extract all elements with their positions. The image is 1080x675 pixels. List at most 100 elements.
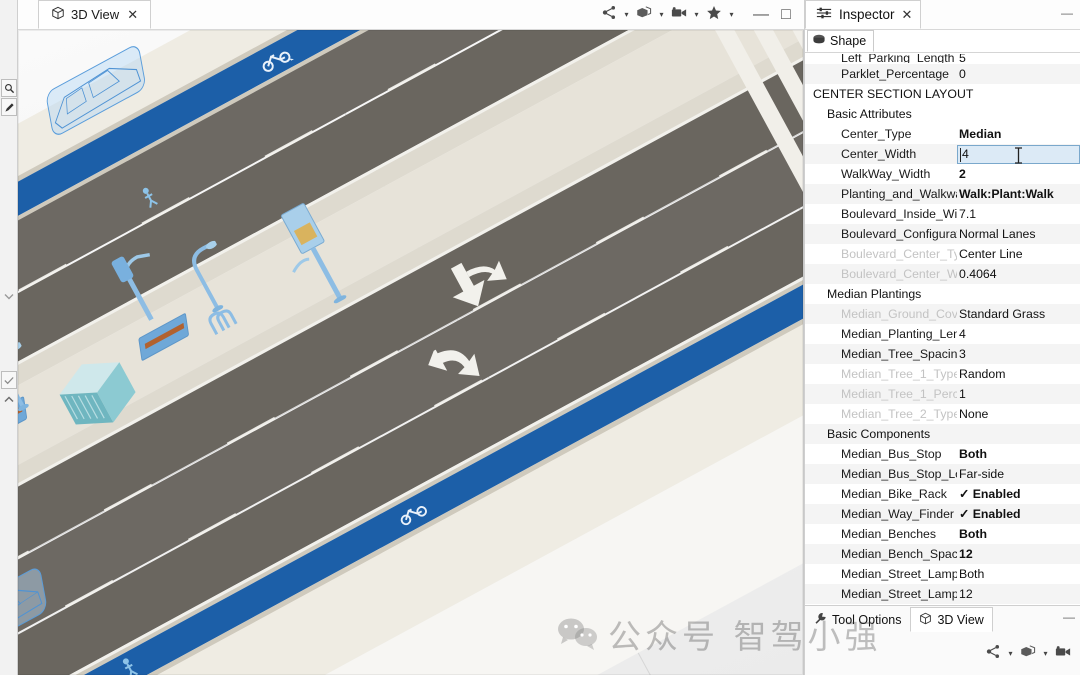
camera-tool-dropdown[interactable]: ▾	[691, 3, 702, 27]
attribute-row[interactable]: Median_Bus_Stop Both	[805, 444, 1080, 464]
attribute-value[interactable]: 5	[957, 54, 1080, 63]
minimize-button[interactable]: —	[749, 3, 773, 27]
dock-share-button[interactable]	[982, 642, 1004, 666]
attribute-value[interactable]: Standard Grass	[957, 304, 1080, 324]
tab-shape[interactable]: Shape	[807, 30, 875, 52]
attribute-row[interactable]: Parklet_Percentage 0	[805, 64, 1080, 84]
attribute-name: Center_Type	[841, 127, 912, 141]
inspector-icon	[816, 6, 832, 23]
attribute-value[interactable]: ✓ Enabled	[957, 484, 1080, 504]
share-tool-dropdown[interactable]: ▾	[621, 3, 632, 27]
attribute-row[interactable]: Median_Ground_Cover Standard Grass	[805, 304, 1080, 324]
attribute-row[interactable]: Median_Benches Both	[805, 524, 1080, 544]
attribute-row[interactable]: Left_Parking_Length 5	[805, 53, 1080, 64]
attribute-value[interactable]: 12	[957, 544, 1080, 564]
attribute-value[interactable]: None	[957, 404, 1080, 424]
edit-tool-button[interactable]	[1, 98, 17, 116]
attribute-name: Left_Parking_Length	[841, 54, 955, 63]
center-width-input[interactable]: 4	[957, 144, 1080, 164]
attribute-value[interactable]: Both	[957, 444, 1080, 464]
share-tool-button[interactable]	[598, 3, 620, 27]
attribute-value[interactable]: 4	[957, 324, 1080, 344]
tab-tool-options[interactable]: Tool Options	[805, 607, 910, 632]
attribute-value[interactable]: Random	[957, 364, 1080, 384]
wrench-icon	[814, 612, 827, 628]
attribute-group-header[interactable]: Basic Components	[805, 424, 1080, 444]
zoom-tool-button[interactable]	[1, 79, 17, 97]
attribute-value[interactable]: Median	[957, 124, 1080, 144]
attribute-value[interactable]: 7.1	[957, 204, 1080, 224]
maximize-button[interactable]: □	[774, 3, 798, 27]
attribute-name: Median_Street_Lamp_Spacing	[841, 587, 957, 601]
attribute-name: Median_Way_Finder	[841, 507, 955, 521]
attribute-value[interactable]: ✓ Enabled	[957, 504, 1080, 524]
close-icon[interactable]: ✕	[125, 8, 140, 21]
scene-layer-tool-button[interactable]	[633, 3, 655, 27]
attribute-row[interactable]: Median_Tree_1_Type Random	[805, 364, 1080, 384]
attribute-row[interactable]: Median_Bus_Stop_LocationFar-side	[805, 464, 1080, 484]
cube-scene-icon	[636, 5, 652, 25]
attribute-name: Boulevard_Inside_Width	[841, 207, 957, 221]
attribute-row[interactable]: Median_Tree_2_Type None	[805, 404, 1080, 424]
dock-share-dropdown[interactable]: ▾	[1005, 642, 1016, 666]
attribute-name: Median_Ground_Cover	[841, 307, 957, 321]
dock-scene-layer-button[interactable]	[1017, 642, 1039, 666]
attribute-list[interactable]: Left_Parking_Length 5 Parklet_Percentage 0 C…	[805, 53, 1080, 675]
attribute-value[interactable]: Walk:Plant:Walk	[957, 184, 1080, 204]
bookmark-tool-dropdown[interactable]: ▾	[726, 3, 737, 27]
tab-3d-view[interactable]: 3D View ✕	[38, 0, 152, 29]
inspector-tab-label: Inspector	[839, 7, 895, 22]
attribute-value[interactable]: Far-side	[957, 464, 1080, 484]
attribute-row[interactable]: Boulevard_Inside_Width7.1	[805, 204, 1080, 224]
attribute-row[interactable]: Median_Planting_Length4	[805, 324, 1080, 344]
attribute-row[interactable]: Median_Bench_Spacing12	[805, 544, 1080, 564]
attribute-value[interactable]: Center Line	[957, 244, 1080, 264]
scroll-up-button[interactable]	[1, 390, 17, 408]
scene-layer-dropdown[interactable]: ▾	[656, 3, 667, 27]
attribute-value[interactable]: 1	[957, 384, 1080, 404]
attribute-row[interactable]: Median_Street_Lamp_Spacing12	[805, 584, 1080, 604]
attribute-row[interactable]: WalkWay_Width 2	[805, 164, 1080, 184]
scroll-down-button[interactable]	[1, 287, 17, 305]
3d-viewport[interactable]	[18, 30, 804, 675]
attribute-row[interactable]: Boulevard_Center_TypeCenter Line	[805, 244, 1080, 264]
attribute-value[interactable]: Both	[957, 524, 1080, 544]
chevron-up-icon	[4, 395, 14, 403]
attribute-name: Median_Tree_2_Type	[841, 407, 957, 421]
attribute-row[interactable]: Median_Bike_Rack ✓ Enabled	[805, 484, 1080, 504]
attribute-value[interactable]: 2	[957, 164, 1080, 184]
attribute-row[interactable]: Planting_and_Walkway_OrderWalk:Plant:Wal…	[805, 184, 1080, 204]
attribute-row[interactable]: Center_Width 4	[805, 144, 1080, 164]
attribute-value: 4	[962, 147, 969, 161]
attribute-row[interactable]: Boulevard_Center_Width0.4064	[805, 264, 1080, 284]
camera-tool-button[interactable]	[668, 3, 690, 27]
attribute-value[interactable]: 12	[957, 584, 1080, 604]
share-nodes-icon	[602, 5, 617, 25]
attribute-name: Boulevard_Configuration	[841, 227, 957, 241]
attribute-value[interactable]: 0.4064	[957, 264, 1080, 284]
tab-3d-view-dock[interactable]: 3D View	[910, 607, 993, 632]
attribute-group-header[interactable]: Basic Attributes	[805, 104, 1080, 124]
attribute-row[interactable]: Median_Way_Finder ✓ Enabled	[805, 504, 1080, 524]
attribute-group-header[interactable]: CENTER SECTION LAYOUT	[805, 84, 1080, 104]
attribute-value[interactable]: Normal Lanes	[957, 224, 1080, 244]
text-caret	[960, 147, 961, 162]
inspector-minimize-button[interactable]: —	[1058, 4, 1076, 22]
attribute-row[interactable]: Center_Type Median	[805, 124, 1080, 144]
attribute-value[interactable]: Both	[957, 564, 1080, 584]
attribute-value[interactable]: 3	[957, 344, 1080, 364]
dock-scene-layer-dropdown[interactable]: ▾	[1040, 642, 1051, 666]
attribute-group-header[interactable]: Median Plantings	[805, 284, 1080, 304]
close-icon[interactable]: ✕	[902, 7, 913, 23]
bookmark-tool-button[interactable]	[703, 3, 725, 27]
attribute-row[interactable]: Median_Street_Lamps Both	[805, 564, 1080, 584]
attribute-row[interactable]: Median_Tree_1_Percentage1	[805, 384, 1080, 404]
confirm-button[interactable]	[1, 371, 17, 389]
attribute-name: Median_Tree_1_Type	[841, 367, 957, 381]
attribute-value[interactable]: 0	[957, 64, 1080, 84]
dock-minimize-button[interactable]: —	[1063, 610, 1075, 624]
attribute-row[interactable]: Median_Tree_Spacing 3	[805, 344, 1080, 364]
attribute-row[interactable]: Boulevard_ConfigurationNormal Lanes	[805, 224, 1080, 244]
tab-inspector[interactable]: Inspector ✕	[805, 0, 922, 29]
dock-camera-button[interactable]	[1052, 642, 1074, 666]
